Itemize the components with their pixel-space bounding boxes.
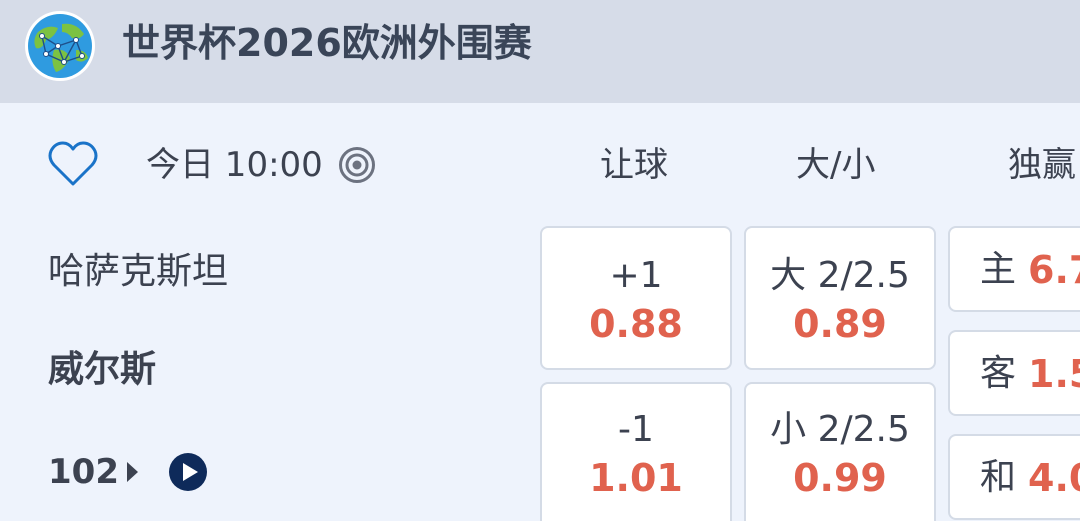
heart-icon[interactable]: [48, 140, 98, 188]
over-under-line: 小 2/2.5: [770, 409, 910, 450]
league-header[interactable]: 世界杯2026欧洲外围赛: [0, 0, 1080, 103]
globe-icon: [25, 11, 95, 81]
moneyline-odds: 1.5: [1028, 352, 1080, 396]
odds-button-moneyline-away[interactable]: 客 1.5: [948, 330, 1080, 416]
column-header-moneyline: 独赢: [1008, 145, 1076, 185]
odds-button-handicap-away[interactable]: -1 1.01: [540, 382, 732, 521]
handicap-odds: 1.01: [589, 456, 683, 500]
home-team: 哈萨克斯坦: [48, 251, 229, 292]
match-time: 今日 10:00: [146, 145, 323, 185]
more-markets-link[interactable]: 102: [48, 448, 138, 496]
play-icon[interactable]: [168, 452, 208, 492]
handicap-odds: 0.88: [589, 302, 683, 346]
odds-button-over[interactable]: 大 2/2.5 0.89: [744, 226, 936, 370]
handicap-line: -1: [618, 409, 654, 450]
odds-button-moneyline-home[interactable]: 主 6.7: [948, 226, 1080, 312]
over-under-odds: 0.99: [793, 456, 887, 500]
league-title: 世界杯2026欧洲外围赛: [122, 21, 532, 65]
more-markets-count: 102: [48, 452, 119, 492]
moneyline-label: 客: [980, 353, 1017, 394]
odds-button-under[interactable]: 小 2/2.5 0.99: [744, 382, 936, 521]
live-stream-icon[interactable]: [338, 146, 376, 184]
over-under-line: 大 2/2.5: [770, 255, 910, 296]
column-header-handicap: 让球: [600, 145, 668, 185]
moneyline-odds: 6.7: [1028, 248, 1080, 292]
moneyline-label: 和: [980, 457, 1017, 498]
moneyline-odds: 4.0: [1028, 456, 1080, 500]
away-team: 威尔斯: [48, 349, 157, 390]
chevron-right-icon: [126, 462, 138, 482]
handicap-line: +1: [609, 255, 663, 296]
column-header-over-under: 大/小: [796, 145, 876, 185]
moneyline-label: 主: [980, 249, 1017, 290]
odds-button-handicap-home[interactable]: +1 0.88: [540, 226, 732, 370]
over-under-odds: 0.89: [793, 302, 887, 346]
odds-button-moneyline-draw[interactable]: 和 4.0: [948, 434, 1080, 520]
